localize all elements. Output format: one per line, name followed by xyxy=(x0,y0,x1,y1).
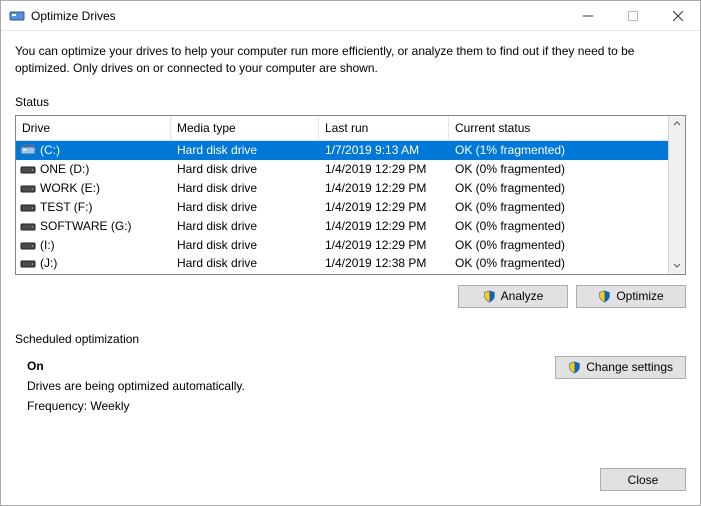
column-run[interactable]: Last run xyxy=(319,116,449,140)
drive-last-run: 1/4/2019 12:29 PM xyxy=(319,219,449,233)
drive-name: TEST (F:) xyxy=(40,200,92,214)
window-buttons xyxy=(565,1,700,30)
drive-name: WORK (E:) xyxy=(40,181,100,195)
scroll-down-icon[interactable] xyxy=(669,257,685,274)
app-icon xyxy=(9,8,25,24)
minimize-button[interactable] xyxy=(565,1,610,30)
drive-status: OK (0% fragmented) xyxy=(449,162,668,176)
column-status[interactable]: Current status xyxy=(449,116,668,140)
maximize-button[interactable] xyxy=(610,1,655,30)
table-row[interactable]: (I:) Hard disk drive1/4/2019 12:29 PMOK (… xyxy=(16,236,668,255)
sched-state: On xyxy=(27,356,555,376)
drive-icon xyxy=(20,201,36,213)
scroll-track[interactable] xyxy=(669,133,685,257)
drive-last-run: 1/4/2019 12:29 PM xyxy=(319,238,449,252)
table-row[interactable]: TEST (F:) Hard disk drive1/4/2019 12:29 P… xyxy=(16,198,668,217)
change-settings-label: Change settings xyxy=(586,360,673,374)
drive-status: OK (0% fragmented) xyxy=(449,181,668,195)
change-settings-button[interactable]: Change settings xyxy=(555,356,686,379)
shield-icon xyxy=(483,290,496,303)
table-row[interactable]: (C:) Hard disk drive1/7/2019 9:13 AMOK (1… xyxy=(16,141,668,160)
drive-status: OK (0% fragmented) xyxy=(449,219,668,233)
drive-name: ONE (D:) xyxy=(40,162,89,176)
close-label: Close xyxy=(628,473,659,487)
content-area: You can optimize your drives to help you… xyxy=(1,31,700,468)
drive-media: Hard disk drive xyxy=(171,200,319,214)
sched-desc: Drives are being optimized automatically… xyxy=(27,376,555,396)
drive-last-run: 1/4/2019 12:29 PM xyxy=(319,181,449,195)
drive-status: OK (0% fragmented) xyxy=(449,200,668,214)
drive-icon xyxy=(20,163,36,175)
footer: Close xyxy=(1,468,700,505)
drive-icon xyxy=(20,239,36,251)
table-header: Drive Media type Last run Current status xyxy=(16,116,668,141)
column-media[interactable]: Media type xyxy=(171,116,319,140)
drive-status: OK (0% fragmented) xyxy=(449,256,668,270)
vertical-scrollbar[interactable] xyxy=(668,116,685,274)
table-row[interactable]: WORK (E:) Hard disk drive1/4/2019 12:29 P… xyxy=(16,179,668,198)
drive-name: (J:) xyxy=(40,256,57,270)
table-row[interactable]: (J:) Hard disk drive1/4/2019 12:38 PMOK (… xyxy=(16,255,668,271)
drives-table: Drive Media type Last run Current status… xyxy=(15,115,686,275)
intro-text: You can optimize your drives to help you… xyxy=(15,43,686,77)
drive-status: OK (1% fragmented) xyxy=(449,143,668,157)
drive-status: OK (0% fragmented) xyxy=(449,238,668,252)
drive-last-run: 1/7/2019 9:13 AM xyxy=(319,143,449,157)
close-button[interactable]: Close xyxy=(600,468,686,491)
sched-label: Scheduled optimization xyxy=(15,332,686,346)
table-row[interactable]: ONE (D:) Hard disk drive1/4/2019 12:29 PM… xyxy=(16,160,668,179)
scroll-up-icon[interactable] xyxy=(669,116,685,133)
shield-icon xyxy=(568,361,581,374)
column-drive[interactable]: Drive xyxy=(16,116,171,140)
scheduled-optimization: Scheduled optimization On Drives are bei… xyxy=(15,332,686,417)
drive-last-run: 1/4/2019 12:29 PM xyxy=(319,162,449,176)
drive-name: (C:) xyxy=(40,143,60,157)
drive-media: Hard disk drive xyxy=(171,143,319,157)
drive-last-run: 1/4/2019 12:29 PM xyxy=(319,200,449,214)
drive-media: Hard disk drive xyxy=(171,256,319,270)
analyze-button[interactable]: Analyze xyxy=(458,285,568,308)
drive-name: (I:) xyxy=(40,238,55,252)
optimize-label: Optimize xyxy=(616,289,663,303)
sched-freq: Frequency: Weekly xyxy=(27,396,555,416)
analyze-label: Analyze xyxy=(501,289,544,303)
table-row[interactable]: SOFTWARE (G:) Hard disk drive1/4/2019 12:… xyxy=(16,217,668,236)
drive-media: Hard disk drive xyxy=(171,181,319,195)
optimize-button[interactable]: Optimize xyxy=(576,285,686,308)
drive-media: Hard disk drive xyxy=(171,219,319,233)
close-window-button[interactable] xyxy=(655,1,700,30)
window-title: Optimize Drives xyxy=(31,9,565,23)
drive-icon xyxy=(20,144,36,156)
drive-icon xyxy=(20,220,36,232)
titlebar: Optimize Drives xyxy=(1,1,700,31)
drive-last-run: 1/4/2019 12:38 PM xyxy=(319,256,449,270)
drive-icon xyxy=(20,257,36,269)
drive-name: SOFTWARE (G:) xyxy=(40,219,132,233)
action-buttons: Analyze Optimize xyxy=(15,285,686,308)
drive-media: Hard disk drive xyxy=(171,238,319,252)
shield-icon xyxy=(598,290,611,303)
drive-media: Hard disk drive xyxy=(171,162,319,176)
status-label: Status xyxy=(15,95,686,109)
drive-icon xyxy=(20,182,36,194)
